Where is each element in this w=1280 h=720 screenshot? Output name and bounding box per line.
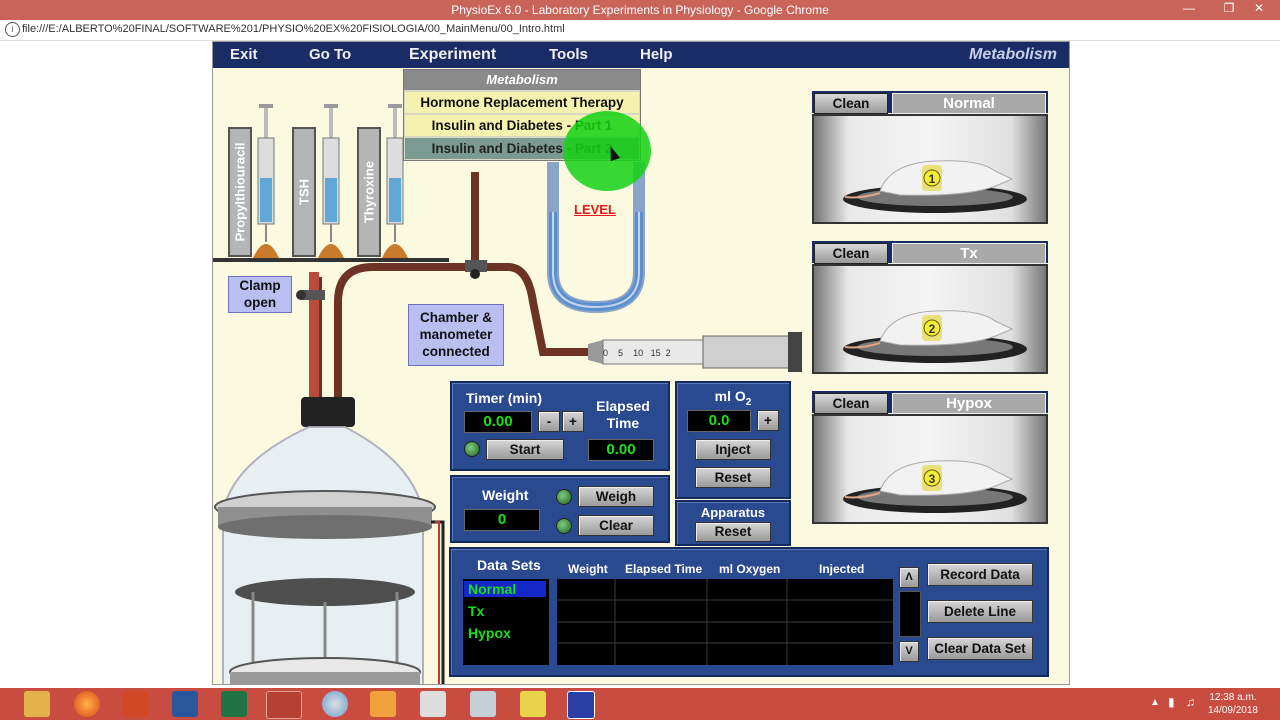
- weight-clear-button[interactable]: Clear: [578, 515, 654, 536]
- oxygen-display: 0.0: [687, 410, 751, 432]
- data-sets-panel: Data Sets Weight Elapsed Time ml Oxygen …: [449, 547, 1049, 677]
- data-sets-list[interactable]: Normal Tx Hypox: [463, 579, 549, 665]
- window-title: PhysioEx 6.0 - Laboratory Experiments in…: [451, 3, 829, 17]
- menu-go-to[interactable]: Go To: [309, 46, 351, 63]
- word-icon[interactable]: [172, 691, 198, 717]
- menu-bar: Exit Go To Experiment Tools Help Metabol…: [213, 42, 1069, 68]
- table-scrollbar[interactable]: [899, 591, 921, 637]
- minimize-icon[interactable]: —: [1175, 1, 1203, 15]
- cage-normal: Clean Normal 1: [812, 91, 1048, 224]
- clean-button-normal[interactable]: Clean: [814, 93, 888, 114]
- restore-icon[interactable]: ❐: [1215, 1, 1243, 15]
- column-weight: Weight: [568, 562, 608, 576]
- cage-tx: Clean Tx 2: [812, 241, 1048, 374]
- address-bar[interactable]: i file:///E:/ALBERTO%20FINAL/SOFTWARE%20…: [0, 20, 1280, 41]
- physioex-app: Exit Go To Experiment Tools Help Metabol…: [212, 41, 1070, 685]
- browser-title-bar: PhysioEx 6.0 - Laboratory Experiments in…: [0, 0, 1280, 20]
- dropdown-header: Metabolism: [404, 70, 640, 90]
- menu-tools[interactable]: Tools: [549, 46, 588, 63]
- timer-minus-button[interactable]: -: [538, 411, 560, 432]
- cage-label-tx: Tx: [892, 243, 1046, 264]
- chrome-icon[interactable]: [266, 691, 302, 719]
- column-injected: Injected: [819, 562, 865, 576]
- syringe-scale: 0 5 10 15 2: [603, 348, 671, 358]
- start-button[interactable]: Start: [486, 439, 564, 460]
- data-table[interactable]: [557, 579, 893, 665]
- weight-display: 0: [464, 509, 540, 531]
- oxygen-label: ml O2: [714, 388, 752, 408]
- paint-icon[interactable]: [470, 691, 496, 717]
- rat-number: 3: [929, 472, 936, 486]
- clean-button-tx[interactable]: Clean: [814, 243, 888, 264]
- cage-label-normal: Normal: [892, 93, 1046, 114]
- rat-icon[interactable]: 2: [840, 301, 1030, 367]
- record-data-button[interactable]: Record Data: [927, 563, 1033, 586]
- weigh-button[interactable]: Weigh: [578, 486, 654, 507]
- column-ml-oxygen: ml Oxygen: [719, 562, 781, 576]
- manometer-level-label: LEVEL: [574, 202, 616, 217]
- experiment-title: Metabolism: [968, 46, 1057, 63]
- rat-icon[interactable]: 1: [840, 151, 1030, 217]
- elapsed-time-label: Elapsed Time: [596, 398, 650, 431]
- clear-led-icon: [556, 518, 572, 534]
- calculator-icon[interactable]: [420, 691, 446, 717]
- info-icon[interactable]: i: [5, 22, 20, 37]
- menu-exit[interactable]: Exit: [230, 46, 258, 63]
- file-explorer-icon[interactable]: [24, 691, 50, 717]
- cage-label-hypox: Hypox: [892, 393, 1046, 414]
- close-icon[interactable]: ✕: [1245, 1, 1273, 15]
- delete-line-button[interactable]: Delete Line: [927, 600, 1033, 623]
- elapsed-time-display: 0.00: [588, 439, 654, 461]
- tray-chevron-icon[interactable]: ▲: [1150, 697, 1160, 708]
- physioex-icon[interactable]: [567, 691, 595, 719]
- column-elapsed-time: Elapsed Time: [625, 562, 703, 576]
- weight-panel: Weight Weigh 0 Clear: [450, 475, 670, 543]
- app-icon[interactable]: [520, 691, 546, 717]
- data-set-tx[interactable]: Tx: [468, 603, 484, 619]
- data-sets-label: Data Sets: [477, 557, 541, 573]
- inject-button[interactable]: Inject: [695, 439, 771, 460]
- oxygen-plus-button[interactable]: +: [757, 410, 779, 431]
- clear-data-set-button[interactable]: Clear Data Set: [927, 637, 1033, 660]
- menu-help[interactable]: Help: [640, 46, 673, 63]
- clamp-status-note[interactable]: Clamp open: [228, 276, 292, 313]
- media-player-icon[interactable]: [370, 691, 396, 717]
- data-set-hypox[interactable]: Hypox: [468, 625, 511, 641]
- clean-button-hypox[interactable]: Clean: [814, 393, 888, 414]
- weight-label: Weight: [482, 487, 529, 503]
- scroll-up-button[interactable]: Λ: [899, 567, 919, 588]
- menu-experiment[interactable]: Experiment: [409, 46, 496, 64]
- network-icon[interactable]: ▮: [1168, 695, 1175, 709]
- rat-icon[interactable]: 3: [840, 451, 1030, 517]
- chamber-status-note[interactable]: Chamber & manometer connected: [408, 304, 504, 366]
- timer-led-icon: [464, 441, 480, 457]
- powerpoint-icon[interactable]: [122, 691, 148, 717]
- taskbar: ▲ ▮ ♫ 12:38 a.m. 14/09/2018: [0, 688, 1280, 720]
- browser-icon[interactable]: [322, 691, 348, 717]
- rat-number: 2: [929, 322, 936, 336]
- system-clock[interactable]: 12:38 a.m. 14/09/2018: [1208, 691, 1258, 717]
- data-set-normal[interactable]: Normal: [464, 581, 546, 597]
- cage-hypox: Clean Hypox 3: [812, 391, 1048, 524]
- volume-icon[interactable]: ♫: [1186, 695, 1195, 709]
- weigh-led-icon: [556, 489, 572, 505]
- rat-number: 1: [929, 172, 936, 186]
- menu-item-hormone-therapy[interactable]: Hormone Replacement Therapy: [405, 92, 639, 113]
- apparatus-reset-button[interactable]: Reset: [695, 522, 771, 542]
- timer-label: Timer (min): [466, 390, 542, 406]
- timer-display: 0.00: [464, 411, 532, 433]
- apparatus-label: Apparatus: [700, 505, 766, 520]
- timer-panel: Timer (min) 0.00 - + Elapsed Time Start …: [450, 381, 670, 471]
- scroll-down-button[interactable]: V: [899, 641, 919, 662]
- excel-icon[interactable]: [221, 691, 247, 717]
- timer-plus-button[interactable]: +: [562, 411, 584, 432]
- apparatus-panel: Apparatus Reset: [675, 500, 791, 546]
- oxygen-panel: ml O2 0.0 + Inject Reset: [675, 381, 791, 499]
- url-text[interactable]: file:///E:/ALBERTO%20FINAL/SOFTWARE%201/…: [22, 23, 565, 35]
- firefox-icon[interactable]: [74, 691, 100, 717]
- oxygen-reset-button[interactable]: Reset: [695, 467, 771, 488]
